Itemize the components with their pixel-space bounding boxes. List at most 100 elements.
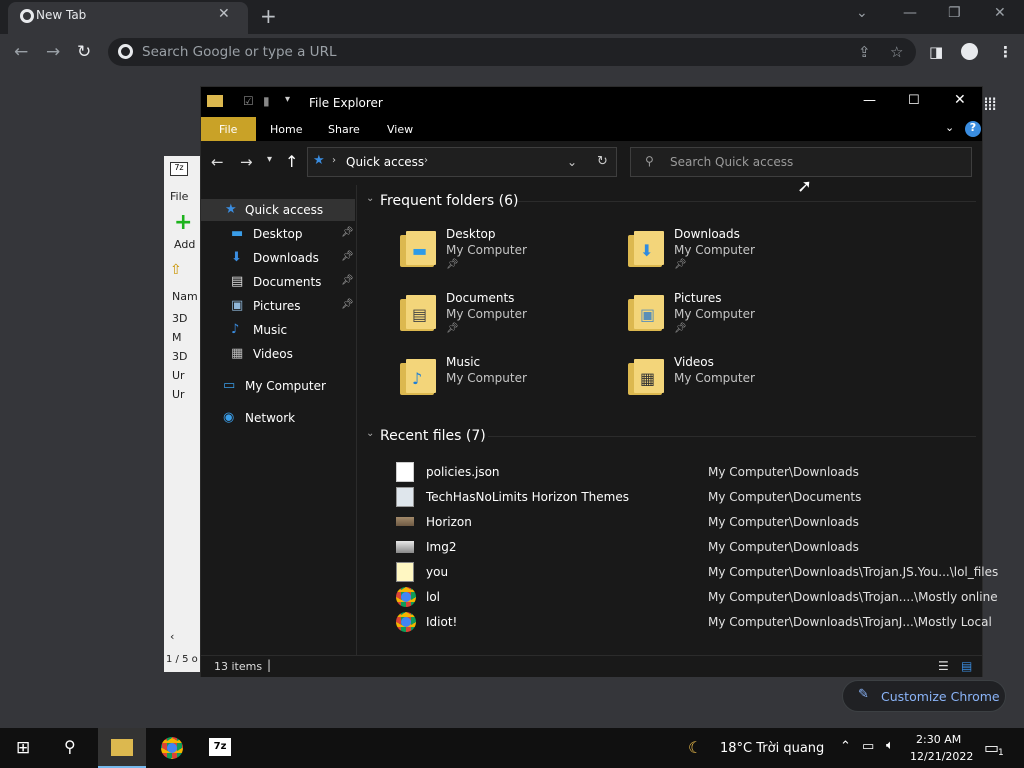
table-row[interactable]: Horizon My Computer\Downloads — [358, 510, 982, 534]
videos-icon: ▦ — [640, 369, 656, 388]
taskbar-file-explorer[interactable] — [98, 728, 146, 768]
share-icon[interactable]: ⇪ — [858, 43, 871, 61]
close-window-icon[interactable]: ✕ — [994, 5, 1006, 21]
folder-location: My Computer — [446, 243, 527, 257]
sidebar-item-network[interactable]: ◉ Network — [201, 407, 355, 429]
collapse-group-icon[interactable]: ⌄ — [366, 193, 374, 204]
address-bar[interactable]: ★ › Quick access › ⌄ ↻ — [307, 147, 617, 177]
file-name: lol — [426, 590, 441, 604]
network-icon[interactable]: ▭ — [862, 739, 874, 754]
table-row[interactable]: Idiot! My Computer\Downloads\TrojanJ...\… — [358, 610, 992, 634]
table-row[interactable]: Img2 My Computer\Downloads — [358, 535, 982, 559]
tiles-view-icon[interactable]: ▤ — [961, 659, 972, 673]
ribbon-tab-view[interactable]: View — [387, 123, 413, 136]
minimize-icon[interactable]: — — [903, 5, 917, 21]
taskbar-chrome[interactable] — [148, 728, 196, 768]
sidebar-item-music[interactable]: ♪ Music — [201, 319, 355, 341]
folder-name: Videos — [674, 355, 714, 369]
table-row[interactable]: TechHasNoLimits Horizon Themes My Comput… — [358, 485, 982, 509]
chrome-menu-icon[interactable]: ⋮ — [998, 43, 1013, 61]
sidebar-item-documents[interactable]: ▤ Documents 📌︎ — [201, 271, 355, 293]
reload-icon[interactable]: ↻ — [77, 42, 91, 62]
folder-tile-documents[interactable]: ▤ Documents My Computer 📌︎ — [400, 289, 620, 349]
sevenzip-col-name[interactable]: Nam — [172, 290, 198, 303]
pin-icon: 📌︎ — [446, 323, 459, 334]
properties-icon[interactable]: ☑ — [243, 94, 254, 108]
sidebar-item-pictures[interactable]: ▣ Pictures 📌︎ — [201, 295, 355, 317]
sevenzip-menu-file[interactable]: File — [170, 190, 188, 203]
new-folder-icon[interactable]: ▮ — [263, 94, 270, 108]
table-row[interactable]: policies.json My Computer\Downloads — [358, 460, 982, 484]
ribbon-file-label[interactable]: File — [219, 123, 237, 136]
folder-tile-music[interactable]: ♪ Music My Computer — [400, 353, 620, 413]
forward-icon[interactable]: → — [46, 42, 60, 62]
forward-icon[interactable]: → — [240, 153, 253, 171]
sevenzip-add-label[interactable]: Add — [174, 238, 195, 251]
bookmark-star-icon[interactable]: ☆ — [890, 43, 903, 61]
breadcrumb[interactable]: Quick access — [346, 155, 424, 169]
volume-icon[interactable]: 🔈︎ — [886, 738, 894, 753]
search-button[interactable]: ⚲ — [48, 728, 96, 768]
notification-icon[interactable]: ▭ — [984, 738, 999, 757]
group-header-recent[interactable]: Recent files (7) — [380, 428, 486, 444]
weather-text[interactable]: 18°C Trời quang — [720, 741, 824, 756]
profile-avatar-icon[interactable] — [961, 43, 978, 60]
customize-chrome-label: Customize Chrome — [881, 689, 1000, 704]
explorer-titlebar[interactable]: ☑ ▮ ▾ File Explorer — ☐ ✕ — [201, 87, 982, 117]
folder-tile-videos[interactable]: ▦ Videos My Computer — [628, 353, 848, 413]
up-folder-icon[interactable]: ⇧ — [170, 262, 182, 278]
list-item[interactable]: M — [172, 331, 182, 344]
ribbon-tab-home[interactable]: Home — [270, 123, 302, 136]
clock-time[interactable]: 2:30 AM — [916, 733, 961, 746]
add-icon[interactable]: + — [174, 210, 192, 235]
sidebar-item-desktop[interactable]: ▬ Desktop 📌︎ — [201, 223, 355, 245]
weather-moon-icon[interactable]: ☾ — [688, 738, 702, 757]
sidebar-item-quick-access[interactable]: ★ Quick access — [201, 199, 355, 221]
tab-close-icon[interactable]: ✕ — [218, 6, 230, 22]
start-button[interactable]: ⊞ — [0, 728, 48, 768]
restore-icon[interactable]: ❐ — [948, 5, 961, 21]
clock-date[interactable]: 12/21/2022 — [910, 750, 973, 763]
sidebar-item-downloads[interactable]: ⬇ Downloads 📌︎ — [201, 247, 355, 269]
folder-tile-desktop[interactable]: ▬ Desktop My Computer 📌︎ — [400, 225, 620, 285]
list-item[interactable]: Ur — [172, 369, 185, 382]
group-header-frequent[interactable]: Frequent folders (6) — [380, 193, 519, 209]
maximize-icon[interactable]: ☐ — [908, 93, 920, 108]
apps-grid-icon[interactable]: ⁞⁞⁞ — [983, 93, 997, 115]
expand-ribbon-icon[interactable]: ⌄ — [945, 121, 954, 134]
minimize-icon[interactable]: — — [863, 93, 876, 108]
help-icon[interactable]: ? — [965, 121, 981, 137]
search-input[interactable]: ⚲ Search Quick access — [630, 147, 972, 177]
up-icon[interactable]: ↑ — [285, 152, 298, 171]
tab-search-icon[interactable]: ⌄ — [856, 5, 868, 21]
side-panel-icon[interactable]: ◨ — [929, 43, 943, 61]
sidebar-item-my-computer[interactable]: ▭ My Computer — [201, 375, 355, 397]
folder-tile-pictures[interactable]: ▣ Pictures My Computer 📌︎ — [628, 289, 848, 349]
refresh-icon[interactable]: ↻ — [597, 154, 608, 169]
recent-locations-icon[interactable]: ▾ — [267, 154, 272, 165]
collapse-group-icon[interactable]: ⌄ — [366, 428, 374, 439]
details-view-icon[interactable]: ☰ — [938, 659, 949, 673]
table-row[interactable]: lol My Computer\Downloads\Trojan....\Mos… — [358, 585, 998, 609]
sidebar-item-videos[interactable]: ▦ Videos — [201, 343, 355, 365]
folder-tile-downloads[interactable]: ⬇ Downloads My Computer 📌︎ — [628, 225, 848, 285]
list-item[interactable]: 3D — [172, 312, 187, 325]
taskbar-7zip[interactable]: 7z — [196, 728, 244, 768]
back-icon[interactable]: ← — [14, 42, 28, 62]
sevenzip-window[interactable]: 7z File + Add ⇧ Nam 3D M 3D Ur Ur ‹ 1 / … — [164, 156, 204, 672]
status-divider: | — [267, 658, 272, 672]
list-item[interactable]: 3D — [172, 350, 187, 363]
tray-overflow-icon[interactable]: ⌃ — [840, 739, 851, 754]
address-dropdown-icon[interactable]: ⌄ — [567, 155, 577, 169]
back-icon[interactable]: ← — [211, 153, 224, 171]
close-icon[interactable]: ✕ — [954, 92, 966, 108]
folder-icon: ⬇ — [628, 229, 664, 267]
scroll-left-icon[interactable]: ‹ — [170, 630, 174, 643]
quick-toolbar-dropdown-icon[interactable]: ▾ — [285, 94, 290, 105]
ribbon-tab-share[interactable]: Share — [328, 123, 360, 136]
breadcrumb-separator-icon[interactable]: › — [424, 155, 428, 166]
list-item[interactable]: Ur — [172, 388, 185, 401]
table-row[interactable]: you My Computer\Downloads\Trojan.JS.You.… — [358, 560, 998, 584]
new-tab-icon[interactable]: + — [260, 4, 277, 28]
pin-icon: 📌︎ — [674, 323, 687, 334]
